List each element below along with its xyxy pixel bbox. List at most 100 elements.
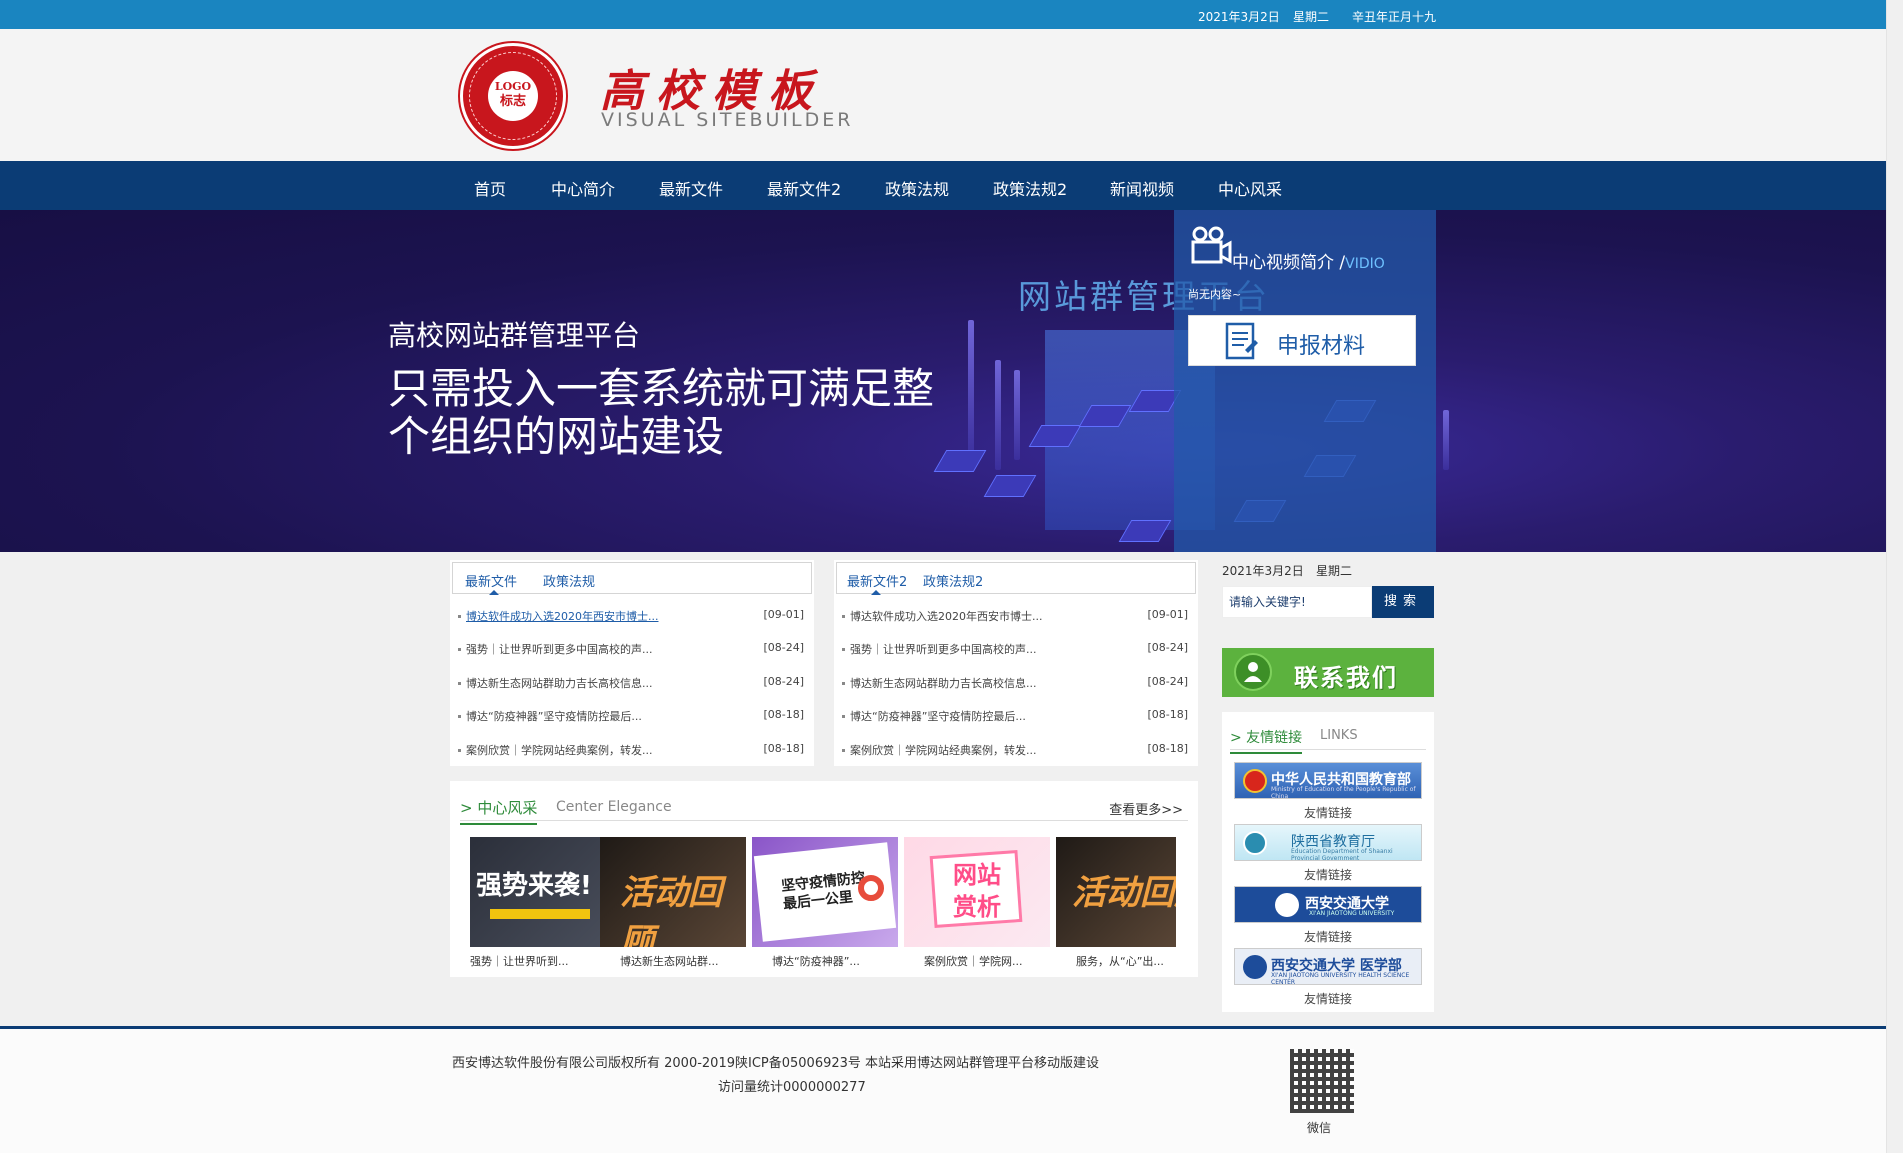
link-caption[interactable]: 友情链接 <box>1222 928 1434 945</box>
news-title[interactable]: 博达软件成功入选2020年西安市博士... <box>466 608 658 624</box>
contact-us-button[interactable]: 联系我们 <box>1222 648 1434 697</box>
logo-inner: LOGO 标志 <box>488 71 538 121</box>
wechat-qr-code <box>1290 1049 1354 1113</box>
gallery-image-text: 活动回顾 <box>620 873 722 947</box>
news-title[interactable]: 博达新生态网站群助力吉长高校信息... <box>850 675 1037 691</box>
gallery-panel: > 中心风采 Center Elegance 查看更多>> 强势来袭! 强势｜让… <box>450 781 1198 977</box>
apply-materials-button[interactable]: 申报材料 <box>1188 315 1416 366</box>
list-item[interactable]: 案例欣赏｜学院网站经典案例，转发... [08-18] <box>842 742 1190 760</box>
site-logo[interactable]: LOGO 标志 <box>460 43 566 149</box>
nav-item-news-video[interactable]: 新闻视频 <box>1110 176 1174 200</box>
logo-text: LOGO <box>494 80 532 93</box>
gallery-item[interactable]: 活动回顾 服务，从“心”出... <box>1056 837 1176 969</box>
gallery-image-text: 网站赏析 <box>953 861 1001 921</box>
gallery-image: 网站赏析 <box>904 837 1050 947</box>
nav-item-home[interactable]: 首页 <box>474 176 506 200</box>
bullet-icon <box>458 648 461 651</box>
active-tab-caret <box>489 590 499 595</box>
nav-item-latest-files-2[interactable]: 最新文件2 <box>767 176 841 200</box>
news-tabs-1: 最新文件 政策法规 <box>452 562 812 595</box>
gallery-image-strip <box>490 909 590 919</box>
news-date: [08-18] <box>1147 708 1188 721</box>
link-moe-banner[interactable]: 中华人民共和国教育部 Ministry of Education of the … <box>1234 762 1422 800</box>
hero-banner[interactable]: 网站群管理平台 高校网站群管理平台 只需投入一套系统就可满足整个组织的网站建设 <box>0 210 1886 552</box>
gallery-item[interactable]: 坚守疫情防控最后一公里 博达“防疫神器”... <box>752 837 898 969</box>
bullet-icon <box>842 682 845 685</box>
active-tab-caret <box>871 590 881 595</box>
gallery-item[interactable]: 活动回顾 博达新生态网站群... <box>600 837 746 969</box>
news-date: [08-24] <box>763 641 804 654</box>
list-item[interactable]: 博达新生态网站群助力吉长高校信息... [08-24] <box>458 675 806 693</box>
link-banner-subtitle: XI'AN JIAOTONG UNIVERSITY HEALTH SCIENCE… <box>1271 972 1410 986</box>
news-date: [09-01] <box>1147 608 1188 621</box>
tab-latest-files-2[interactable]: 最新文件2 <box>847 571 907 590</box>
page-scrollbar[interactable] <box>1886 0 1903 1153</box>
apply-materials-label: 申报材料 <box>1277 334 1366 359</box>
person-icon <box>1244 662 1262 682</box>
logo-subtext: 标志 <box>499 94 526 109</box>
site-footer: 西安博达软件股份有限公司版权所有 2000-2019陕ICP备05006923号… <box>0 1026 1886 1153</box>
news-tabs-2: 最新文件2 政策法规2 <box>836 562 1196 595</box>
link-caption[interactable]: 友情链接 <box>1222 804 1434 821</box>
gallery-caption: 博达新生态网站群... <box>620 955 719 968</box>
news-title[interactable]: 强势｜让世界听到更多中国高校的声... <box>466 641 653 657</box>
list-item[interactable]: 案例欣赏｜学院网站经典案例，转发... [08-18] <box>458 742 806 760</box>
news-title[interactable]: 博达“防疫神器”坚守疫情防控最后... <box>466 708 642 724</box>
link-banner-subtitle: XI'AN JIAOTONG UNIVERSITY <box>1309 910 1395 917</box>
nav-item-policy[interactable]: 政策法规 <box>885 176 949 200</box>
gallery-title: > 中心风采 <box>460 797 538 825</box>
gallery-image-text: 强势来袭! <box>476 871 592 901</box>
list-item[interactable]: 博达新生态网站群助力吉长高校信息... [08-24] <box>842 675 1190 693</box>
link-shaanxi-edu-banner[interactable]: 陕西省教育厅 Education Department of Shaanxi P… <box>1234 824 1422 862</box>
nav-item-policy-2[interactable]: 政策法规2 <box>993 176 1067 200</box>
gallery-item[interactable]: 网站赏析 案例欣赏｜学院网... <box>904 837 1050 969</box>
document-icon <box>1225 322 1258 360</box>
tab-latest-files[interactable]: 最新文件 <box>465 571 517 590</box>
link-caption[interactable]: 友情链接 <box>1222 866 1434 883</box>
link-xjtu-banner[interactable]: 西安交通大学 XI'AN JIAOTONG UNIVERSITY <box>1234 886 1422 923</box>
gallery-caption: 博达“防疫神器”... <box>772 955 860 968</box>
news-title[interactable]: 案例欣赏｜学院网站经典案例，转发... <box>466 742 653 758</box>
contact-us-label: 联系我们 <box>1294 664 1398 692</box>
news-title[interactable]: 博达新生态网站群助力吉长高校信息... <box>466 675 653 691</box>
friend-links-header: > 友情链接 LINKS <box>1230 720 1426 754</box>
gallery-image: 活动回顾 <box>600 837 746 947</box>
bullet-icon <box>458 749 461 752</box>
search-button[interactable]: 搜索 <box>1372 586 1434 618</box>
banner-tile <box>983 475 1037 497</box>
tab-policy-2[interactable]: 政策法规2 <box>923 571 983 590</box>
search-input[interactable]: 请输入关键字! <box>1222 586 1372 618</box>
banner-bar <box>1443 410 1449 470</box>
bullet-icon <box>842 715 845 718</box>
nav-item-gallery[interactable]: 中心风采 <box>1218 176 1282 200</box>
nav-item-latest-files[interactable]: 最新文件 <box>659 176 723 200</box>
gallery-title-en: Center Elegance <box>556 799 672 815</box>
list-item[interactable]: 强势｜让世界听到更多中国高校的声... [08-24] <box>842 641 1190 659</box>
tab-policy[interactable]: 政策法规 <box>543 571 595 590</box>
gallery-caption: 服务，从“心”出... <box>1076 955 1164 968</box>
list-item[interactable]: 博达“防疫神器”坚守疫情防控最后... [08-18] <box>842 708 1190 726</box>
link-banner-subtitle: Ministry of Education of the People's Re… <box>1271 786 1416 800</box>
link-caption[interactable]: 友情链接 <box>1222 990 1434 1007</box>
news-title[interactable]: 博达软件成功入选2020年西安市博士... <box>850 608 1042 624</box>
nav-item-about[interactable]: 中心简介 <box>551 176 615 200</box>
gallery-image-text: 活动回顾 <box>1072 873 1176 913</box>
main-nav: 首页 中心简介 最新文件 最新文件2 政策法规 政策法规2 新闻视频 中心风采 <box>0 161 1886 210</box>
news-panel-1: 最新文件 政策法规 博达软件成功入选2020年西安市博士... [09-01] 强… <box>450 560 814 766</box>
list-item[interactable]: 博达软件成功入选2020年西安市博士... [09-01] <box>458 608 806 626</box>
news-title[interactable]: 博达“防疫神器”坚守疫情防控最后... <box>850 708 1026 724</box>
friend-links-title: > 友情链接 <box>1230 727 1303 754</box>
gallery-image: 活动回顾 <box>1056 837 1176 947</box>
sidebar-date: 2021年3月2日 <box>1222 564 1304 578</box>
site-header: LOGO 标志 高校模板 VISUAL SITEBUILDER <box>0 29 1886 161</box>
gallery-item[interactable]: 强势来袭! 强势｜让世界听到... <box>470 837 616 969</box>
list-item[interactable]: 强势｜让世界听到更多中国高校的声... [08-24] <box>458 641 806 659</box>
list-item[interactable]: 博达“防疫神器”坚守疫情防控最后... [08-18] <box>458 708 806 726</box>
top-weekday: 星期二 <box>1293 10 1330 24</box>
news-title[interactable]: 案例欣赏｜学院网站经典案例，转发... <box>850 742 1037 758</box>
news-title[interactable]: 强势｜让世界听到更多中国高校的声... <box>850 641 1037 657</box>
gallery-more-link[interactable]: 查看更多>> <box>1109 799 1183 818</box>
video-camera-icon <box>1191 226 1232 264</box>
list-item[interactable]: 博达软件成功入选2020年西安市博士... [09-01] <box>842 608 1190 626</box>
link-xjtu-med-banner[interactable]: 西安交通大学 医学部 XI'AN JIAOTONG UNIVERSITY HEA… <box>1234 948 1422 986</box>
